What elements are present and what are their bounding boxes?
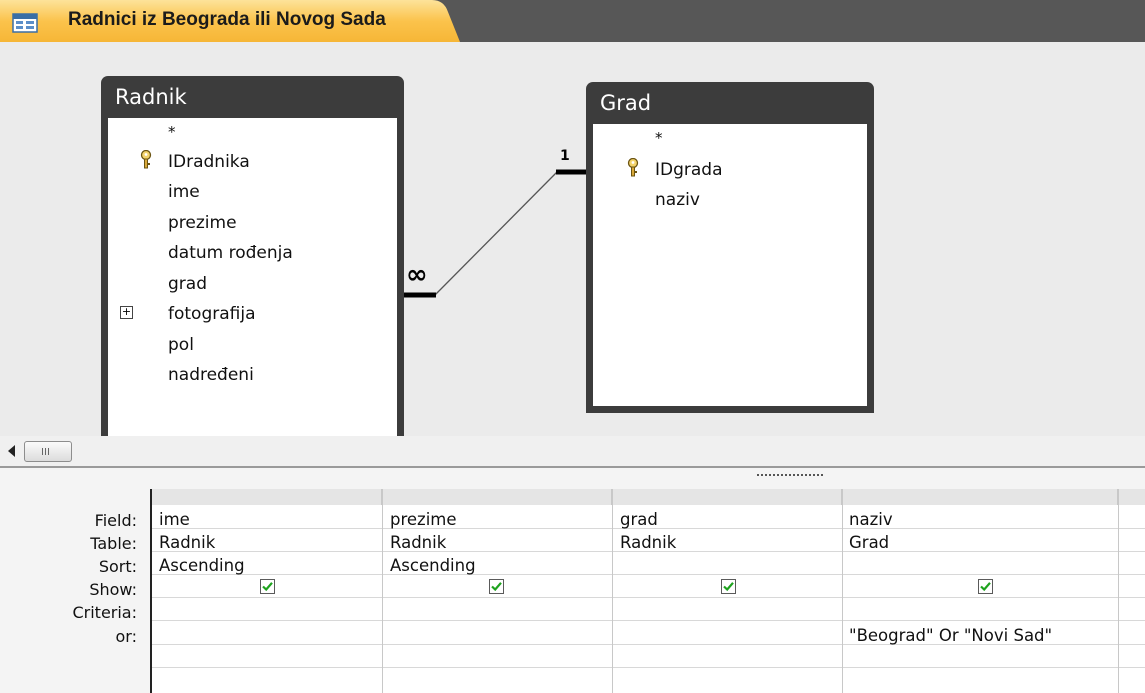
check-icon: [262, 582, 273, 592]
query-tab[interactable]: Radnici iz Beograda ili Novog Sada: [0, 0, 460, 42]
primary-key-icon: [140, 150, 152, 169]
field-idradnika[interactable]: IDradnika: [168, 152, 250, 172]
primary-key-icon: [627, 158, 639, 177]
row-label-criteria: Criteria:: [72, 603, 137, 622]
column-selector[interactable]: [382, 489, 612, 505]
document-tab-bar: Radnici iz Beograda ili Novog Sada: [0, 0, 1145, 42]
field-list[interactable]: * IDradnika ime prezime datum rođenja gr…: [108, 118, 397, 450]
row-label-table: Table:: [90, 534, 137, 553]
field-pol[interactable]: pol: [168, 335, 194, 355]
one-symbol: 1: [560, 148, 570, 164]
scroll-thumb[interactable]: [24, 441, 72, 462]
field-cell[interactable]: prezime: [390, 510, 457, 529]
field-fotografija[interactable]: fotografija: [168, 304, 256, 324]
show-checkbox[interactable]: [721, 579, 736, 594]
check-icon: [723, 582, 734, 592]
row-label-show: Show:: [89, 580, 137, 599]
field-all[interactable]: *: [168, 122, 176, 142]
row-label-sort: Sort:: [98, 557, 137, 576]
table-title: Radnik: [115, 85, 187, 109]
table-cell[interactable]: Grad: [849, 533, 889, 552]
many-symbol: ∞: [406, 260, 428, 290]
sort-cell[interactable]: Ascending: [159, 556, 245, 575]
field-list[interactable]: * IDgrada naziv: [593, 124, 867, 406]
scroll-left-arrow-icon[interactable]: [8, 445, 15, 457]
column-divider: [842, 489, 843, 693]
design-grid[interactable]: ime Radnik Ascending prezime Radnik Asce…: [150, 489, 1145, 693]
column-selector[interactable]: [152, 489, 382, 505]
column-divider: [612, 489, 613, 693]
show-checkbox[interactable]: [978, 579, 993, 594]
tab-title: Radnici iz Beograda ili Novog Sada: [68, 9, 386, 30]
row-divider: [152, 620, 1145, 621]
table-grad[interactable]: Grad * IDgrada naziv: [586, 82, 874, 413]
field-all[interactable]: *: [655, 128, 663, 148]
query-design-grid-pane: Field: Table: Sort: Show: Criteria: or: …: [0, 482, 1145, 693]
field-ime[interactable]: ime: [168, 182, 200, 202]
field-cell[interactable]: ime: [159, 510, 190, 529]
row-label-or: or:: [115, 627, 137, 646]
table-cell[interactable]: Radnik: [159, 533, 215, 552]
field-cell[interactable]: grad: [620, 510, 658, 529]
row-divider: [152, 667, 1145, 668]
table-cell[interactable]: Radnik: [390, 533, 446, 552]
criteria-cell[interactable]: "Beograd" Or "Novi Sad": [849, 626, 1052, 645]
show-checkbox[interactable]: [260, 579, 275, 594]
expand-icon[interactable]: +: [120, 306, 133, 319]
field-prezime[interactable]: prezime: [168, 213, 237, 233]
sort-cell[interactable]: Ascending: [390, 556, 476, 575]
field-cell[interactable]: naziv: [849, 510, 893, 529]
field-datum-rodjenja[interactable]: datum rođenja: [168, 243, 293, 263]
diagram-horizontal-scrollbar[interactable]: [0, 436, 1145, 466]
query-design-icon: [12, 13, 38, 33]
column-selector[interactable]: [1118, 489, 1145, 505]
check-icon: [980, 582, 991, 592]
field-nadredjeni[interactable]: nadređeni: [168, 365, 254, 385]
splitter-grip-icon[interactable]: [757, 474, 823, 476]
row-divider: [152, 574, 1145, 575]
column-divider: [382, 489, 383, 693]
field-idgrada[interactable]: IDgrada: [655, 160, 723, 180]
query-diagram-pane[interactable]: ∞ 1 Radnik * IDradnika ime prezime datum…: [0, 42, 1145, 457]
field-naziv[interactable]: naziv: [655, 190, 700, 210]
field-grad[interactable]: grad: [168, 274, 207, 294]
pane-splitter[interactable]: [0, 466, 1145, 482]
column-selector[interactable]: [842, 489, 1118, 505]
column-divider: [1118, 489, 1119, 693]
table-radnik[interactable]: Radnik * IDradnika ime prezime datum rođ…: [101, 76, 404, 457]
table-title: Grad: [600, 91, 652, 115]
column-selector[interactable]: [612, 489, 842, 505]
row-label-field: Field:: [94, 511, 137, 530]
check-icon: [491, 582, 502, 592]
row-divider: [152, 597, 1145, 598]
show-checkbox[interactable]: [489, 579, 504, 594]
table-cell[interactable]: Radnik: [620, 533, 676, 552]
